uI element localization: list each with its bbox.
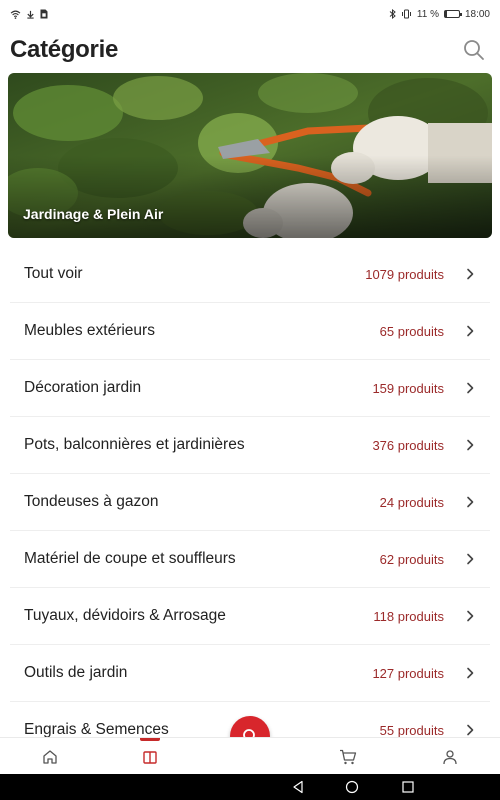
nav-account[interactable] — [430, 738, 470, 775]
product-count: 65 produits — [379, 323, 444, 339]
home-button-icon[interactable] — [345, 780, 359, 794]
category-row[interactable]: Outils de jardin 127 produits — [10, 645, 490, 702]
home-icon — [43, 749, 57, 764]
chevron-right-icon — [467, 382, 474, 394]
category-meta: 55 produits — [380, 723, 476, 738]
active-indicator — [140, 738, 160, 741]
category-list: Tout voir 1079 produits Meubles extérieurs… — [10, 246, 490, 759]
product-count: 1079 produits — [365, 266, 444, 282]
category-row[interactable]: Pots, balconnières et jardinières 376 pro… — [10, 417, 490, 474]
category-meta: 65 produits — [380, 324, 476, 339]
category-row[interactable]: Tondeuses à gazon 24 produits — [10, 474, 490, 531]
catalog-icon — [143, 750, 157, 764]
chevron-right-icon — [467, 610, 474, 622]
category-name: Décoration jardin — [24, 379, 142, 396]
product-count: 159 produits — [372, 380, 444, 396]
chevron-right-icon — [467, 667, 474, 679]
category-meta: 376 produits — [372, 438, 476, 453]
page-title: Catégorie — [10, 36, 118, 63]
chevron-right-icon — [467, 439, 474, 451]
product-count: 55 produits — [379, 722, 444, 738]
category-meta: 159 produits — [372, 381, 476, 396]
cart-icon — [340, 749, 357, 764]
category-row[interactable]: Tuyaux, dévidoirs & Arrosage 118 produits — [10, 588, 490, 645]
product-count: 376 produits — [372, 437, 444, 453]
chevron-right-icon — [467, 724, 474, 736]
category-name: Outils de jardin — [24, 664, 128, 681]
search-icon — [464, 40, 484, 60]
category-row[interactable]: Tout voir 1079 produits — [10, 246, 490, 303]
back-icon[interactable] — [291, 780, 305, 794]
category-meta: 118 produits — [373, 609, 476, 624]
battery-icon — [443, 10, 462, 18]
chevron-right-icon — [467, 325, 474, 337]
category-meta: 1079 produits — [365, 267, 476, 282]
nav-home[interactable] — [30, 738, 70, 775]
status-right: 11 % 18:00 — [389, 9, 490, 20]
chevron-right-icon — [467, 553, 474, 565]
battery-percent: 11 % — [416, 8, 439, 20]
header: Catégorie — [0, 28, 500, 72]
category-name: Tuyaux, dévidoirs & Arrosage — [24, 607, 226, 624]
status-bar: 11 % 18:00 — [0, 0, 500, 28]
product-count: 62 produits — [379, 551, 444, 567]
category-name: Pots, balconnières et jardinières — [24, 436, 245, 453]
status-left — [10, 9, 48, 19]
download-icon — [27, 10, 34, 19]
category-meta: 24 produits — [380, 495, 476, 510]
category-row[interactable]: Matériel de coupe et souffleurs 62 produi… — [10, 531, 490, 588]
nav-cart[interactable] — [328, 738, 368, 775]
recents-icon[interactable] — [401, 780, 415, 794]
clock: 18:00 — [464, 8, 490, 20]
chevron-right-icon — [467, 496, 474, 508]
sim-icon — [40, 9, 48, 19]
bluetooth-icon — [389, 9, 396, 19]
wifi-icon — [10, 10, 21, 19]
nav-catalog[interactable] — [130, 738, 170, 775]
category-name: Matériel de coupe et souffleurs — [24, 550, 236, 567]
product-count: 24 produits — [379, 494, 444, 510]
user-icon — [443, 749, 457, 764]
category-meta: 127 produits — [372, 666, 476, 681]
category-row[interactable]: Décoration jardin 159 produits — [10, 360, 490, 417]
banner-title: Jardinage & Plein Air — [23, 206, 164, 222]
category-name: Meubles extérieurs — [24, 322, 155, 339]
category-meta: 62 produits — [380, 552, 476, 567]
chevron-right-icon — [467, 268, 474, 280]
category-row[interactable]: Meubles extérieurs 65 produits — [10, 303, 490, 360]
product-count: 118 produits — [373, 608, 444, 624]
vibrate-icon — [401, 9, 411, 19]
category-name: Tondeuses à gazon — [24, 493, 159, 510]
product-count: 127 produits — [372, 665, 444, 681]
search-button[interactable] — [458, 34, 490, 66]
category-name: Tout voir — [24, 265, 83, 282]
category-banner[interactable]: Jardinage & Plein Air — [8, 73, 492, 238]
bottom-nav — [0, 737, 500, 774]
system-nav-bar — [0, 774, 500, 800]
